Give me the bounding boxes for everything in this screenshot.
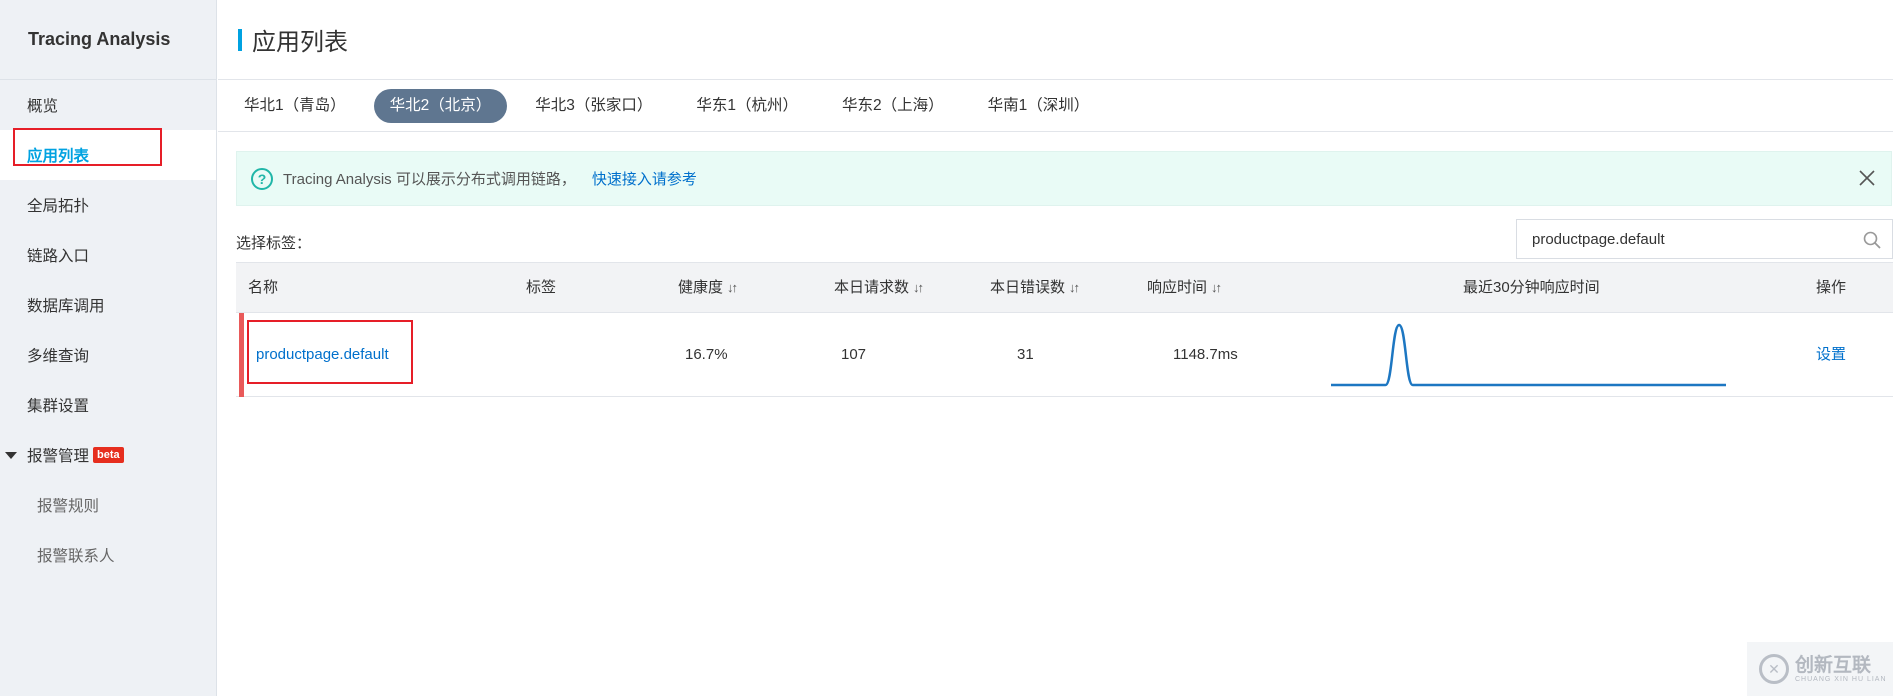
sidebar-item-label: 集群设置 [27, 398, 90, 415]
sparkline-series [1331, 323, 1726, 387]
column-header-errors[interactable]: 本日错误数 ↓↑ [990, 263, 1080, 312]
app-name-link[interactable]: productpage.default [256, 313, 389, 397]
sidebar-nav: 概览 应用列表 全局拓扑 链路入口 数据库调用 多维查询 集群设置 报警管理 b… [0, 80, 216, 580]
page-title: 应用列表 [252, 29, 348, 56]
column-header-health[interactable]: 健康度 ↓↑ [678, 263, 738, 312]
errors-value: 31 [1017, 346, 1034, 363]
watermark-text: 创新互联 [1795, 654, 1872, 676]
sort-icon[interactable]: ↓↑ [913, 263, 924, 312]
sidebar-item-alarm-rules[interactable]: 报警规则 [0, 480, 216, 530]
watermark-text-block: 创新互联 CHUANG XIN HU LIAN [1795, 654, 1887, 683]
response-time-value: 1148.7ms [1173, 346, 1238, 363]
column-header-response-time[interactable]: 响应时间 ↓↑ [1147, 263, 1222, 312]
search-box [1516, 219, 1893, 259]
sidebar-item-label: 报警联系人 [37, 548, 115, 565]
column-header-requests[interactable]: 本日请求数 ↓↑ [834, 263, 924, 312]
column-header-label: 响应时间 [1147, 279, 1208, 296]
tab-region-hangzhou[interactable]: 华东1（杭州） [680, 89, 814, 123]
sidebar-item-trace-entry[interactable]: 链路入口 [0, 230, 216, 280]
tab-region-zhangjiakou[interactable]: 华北3（张家口） [519, 89, 668, 123]
main-content: 应用列表 华北1（青岛） 华北2（北京） 华北3（张家口） 华东1（杭州） 华东… [218, 0, 1893, 696]
sidebar: Tracing Analysis 概览 应用列表 全局拓扑 链路入口 数据库调用… [0, 0, 217, 696]
close-icon[interactable] [1857, 168, 1877, 188]
column-header-tags: 标签 [526, 279, 557, 296]
sidebar-item-global-topology[interactable]: 全局拓扑 [0, 180, 216, 230]
tab-region-shenzhen[interactable]: 华南1（深圳） [972, 89, 1106, 123]
column-header-ops: 操作 [1816, 279, 1847, 296]
table-row: productpage.default 16.7% 107 31 1148.7m… [236, 313, 1893, 397]
sort-icon[interactable]: ↓↑ [1069, 263, 1080, 312]
watermark-logo-icon: ✕ [1759, 654, 1789, 684]
column-header-name: 名称 [248, 279, 279, 296]
sidebar-item-label: 报警规则 [37, 498, 100, 515]
column-header-recent-response: 最近30分钟响应时间 [1463, 279, 1600, 296]
sort-icon[interactable]: ↓↑ [727, 263, 738, 312]
column-header-label: 本日错误数 [990, 279, 1066, 296]
sidebar-item-label: 概览 [27, 98, 59, 115]
sidebar-item-alarm-management[interactable]: 报警管理 beta [0, 430, 216, 480]
sidebar-item-label: 链路入口 [27, 248, 90, 265]
caret-down-icon [5, 452, 17, 459]
requests-value: 107 [841, 346, 867, 363]
brand-title: Tracing Analysis [0, 0, 216, 80]
sidebar-item-database-calls[interactable]: 数据库调用 [0, 280, 216, 330]
error-flag [239, 313, 244, 397]
sidebar-item-label: 报警管理 [27, 448, 90, 465]
page-header: 应用列表 [218, 0, 1893, 80]
table-header: 名称 标签 健康度 ↓↑ 本日请求数 ↓↑ 本日错误数 ↓↑ 响应时间 ↓↑ 最近30分… [236, 262, 1893, 313]
column-header-label: 本日请求数 [834, 279, 910, 296]
sidebar-item-label: 应用列表 [27, 148, 90, 165]
tab-region-qingdao[interactable]: 华北1（青岛） [228, 89, 362, 123]
health-value: 16.7% [685, 346, 728, 363]
beta-badge: beta [93, 447, 124, 463]
sidebar-item-alarm-contacts[interactable]: 报警联系人 [0, 530, 216, 580]
column-header-label: 健康度 [678, 279, 724, 296]
sidebar-item-cluster-settings[interactable]: 集群设置 [0, 380, 216, 430]
search-input[interactable] [1517, 221, 1847, 257]
app-table: 名称 标签 健康度 ↓↑ 本日请求数 ↓↑ 本日错误数 ↓↑ 响应时间 ↓↑ 最近30分… [236, 262, 1893, 397]
settings-link[interactable]: 设置 [1816, 313, 1846, 397]
sidebar-item-label: 多维查询 [27, 348, 90, 365]
sidebar-item-label: 数据库调用 [27, 298, 105, 315]
response-sparkline [1331, 323, 1726, 387]
sidebar-item-app-list[interactable]: 应用列表 [0, 130, 216, 180]
sidebar-item-multi-query[interactable]: 多维查询 [0, 330, 216, 380]
sidebar-item-label: 全局拓扑 [27, 198, 90, 215]
tag-filter-label: 选择标签： [236, 235, 312, 252]
notice-text: Tracing Analysis 可以展示分布式调用链路， [283, 171, 576, 188]
info-notice: ? Tracing Analysis 可以展示分布式调用链路， 快速接入请参考 [236, 151, 1892, 206]
watermark: ✕ 创新互联 CHUANG XIN HU LIAN [1747, 642, 1893, 696]
watermark-subtext: CHUANG XIN HU LIAN [1795, 675, 1887, 683]
quick-access-link[interactable]: 快速接入请参考 [592, 168, 697, 189]
tab-region-beijing[interactable]: 华北2（北京） [373, 88, 508, 123]
title-accent-bar [238, 28, 242, 51]
sort-icon[interactable]: ↓↑ [1211, 263, 1222, 312]
tab-region-shanghai[interactable]: 华东2（上海） [826, 89, 960, 123]
region-tabs: 华北1（青岛） 华北2（北京） 华北3（张家口） 华东1（杭州） 华东2（上海）… [218, 80, 1893, 132]
search-icon[interactable] [1862, 230, 1882, 250]
question-circle-icon: ? [251, 167, 273, 190]
sidebar-item-overview[interactable]: 概览 [0, 80, 216, 130]
